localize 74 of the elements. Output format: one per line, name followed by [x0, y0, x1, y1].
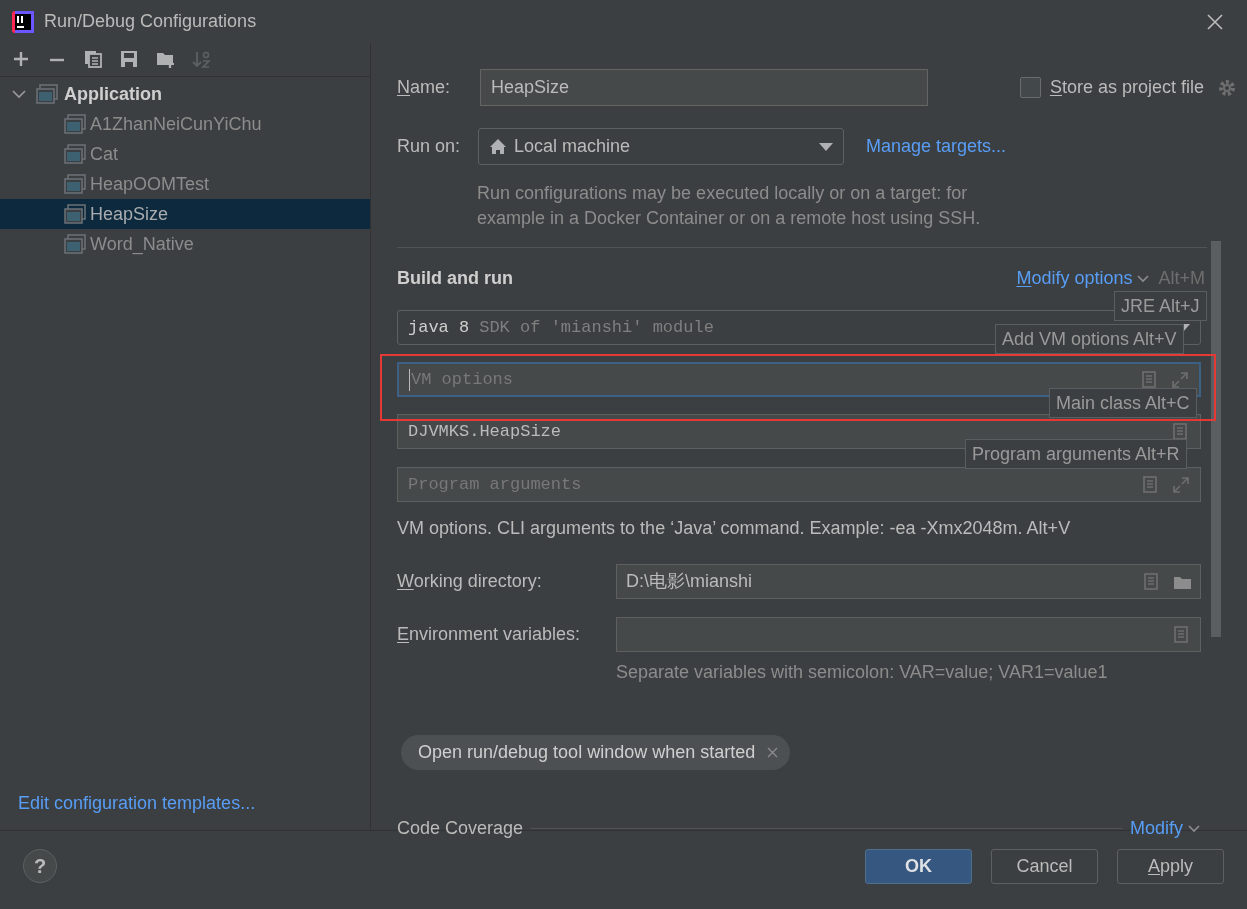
copy-button[interactable] [84, 50, 103, 69]
manage-targets-link[interactable]: Manage targets... [866, 133, 1007, 160]
section-title: Build and run [397, 266, 513, 290]
modify-link[interactable]: Modify [1130, 814, 1183, 842]
app-logo-icon [12, 10, 34, 33]
modify-options-link[interactable]: Modify options [1016, 264, 1133, 292]
tree-item[interactable]: HeapSize [0, 199, 370, 229]
tree-item-label: Cat [90, 142, 118, 166]
section-title: Code Coverage [397, 816, 524, 840]
templates-link[interactable]: Edit configuration templates... [18, 790, 370, 817]
description-text: Run configurations may be executed locally or on a target: for example in a Docker Container or on a remote host using SSH. [477, 182, 982, 230]
dialog-button[interactable]: Cancel [991, 848, 1098, 884]
expand-icon[interactable] [1172, 475, 1190, 494]
help-text: Separate variables with semicolon: VAR=value; VAR1=value1 [616, 661, 1109, 684]
application-icon [64, 234, 86, 254]
tree-item-label: Application [64, 82, 162, 106]
add-icon [12, 50, 31, 69]
home-icon [489, 138, 507, 155]
document-icon[interactable] [1142, 475, 1160, 494]
shortcut-tooltip: Main class Alt+C [1049, 388, 1197, 418]
help-text: VM options. CLI arguments to the ‘Java’ command. Example: -ea -Xmx2048m. Alt+V [397, 517, 1072, 540]
option-chip[interactable]: Open run/debug tool window when started [401, 735, 791, 770]
folder-add-icon [156, 50, 175, 69]
tree-item[interactable]: Application [0, 79, 370, 109]
run-on-dropdown[interactable]: Local machine [478, 128, 844, 165]
sort-icon [192, 50, 211, 69]
folder-add-button[interactable] [156, 50, 175, 69]
application-icon [64, 144, 86, 164]
run-on-label: Run on: [397, 135, 462, 158]
working-directory-label: Working directory: [397, 570, 543, 593]
tree-item-label: Word_Native [90, 232, 194, 257]
environment-variables-field[interactable] [616, 617, 1201, 652]
application-icon [64, 114, 86, 134]
save-icon [120, 50, 139, 69]
shortcut-tooltip: Program arguments Alt+R [965, 439, 1187, 469]
dropdown-arrow-icon [819, 142, 833, 151]
expand-icon[interactable] [1171, 370, 1189, 389]
dialog-button[interactable]: Apply [1117, 848, 1224, 884]
gear-icon[interactable] [1217, 77, 1237, 98]
document-icon[interactable] [1173, 625, 1191, 644]
tree-item[interactable]: A1ZhanNeiCunYiChu [0, 109, 370, 139]
application-icon [36, 84, 58, 104]
remove-icon [48, 57, 67, 62]
scrollbar-thumb[interactable] [1211, 241, 1221, 637]
application-icon [64, 174, 86, 194]
shortcut-tooltip: Add VM options Alt+V [995, 324, 1184, 354]
application-icon [64, 204, 86, 224]
document-icon[interactable] [1143, 572, 1161, 591]
chevron-down-icon [1136, 272, 1151, 284]
remove-button[interactable] [48, 57, 67, 62]
tree-item-label: HeapOOMTest [90, 172, 210, 196]
checkbox-label: Store as project file [1049, 76, 1204, 99]
name-label: Name: [397, 76, 452, 99]
working-directory-field[interactable]: D:\电影\mianshi [616, 564, 1201, 599]
window-title: Run/Debug Configurations [44, 10, 257, 33]
add-button[interactable] [12, 50, 31, 69]
dialog-button[interactable]: OK [865, 848, 972, 884]
document-icon[interactable] [1172, 422, 1190, 441]
close-icon[interactable] [767, 747, 779, 758]
name-field[interactable]: HeapSize [480, 69, 928, 106]
checkbox[interactable] [1019, 77, 1041, 98]
tree-item-label: A1ZhanNeiCunYiChu [90, 112, 262, 136]
save-button[interactable] [120, 50, 139, 69]
document-icon[interactable] [1141, 370, 1159, 389]
copy-icon [84, 50, 103, 69]
close-icon [1206, 12, 1224, 31]
chevron-down-icon [1187, 822, 1201, 834]
tree-item[interactable]: HeapOOMTest [0, 169, 370, 199]
help-button[interactable]: ? [23, 849, 57, 883]
environment-variables-label: Environment variables: [397, 623, 582, 646]
tree-item-label: HeapSize [90, 202, 169, 226]
tree-item[interactable]: Cat [0, 139, 370, 169]
tree-item[interactable]: Word_Native [0, 229, 370, 259]
shortcut-tooltip: JRE Alt+J [1114, 291, 1207, 321]
